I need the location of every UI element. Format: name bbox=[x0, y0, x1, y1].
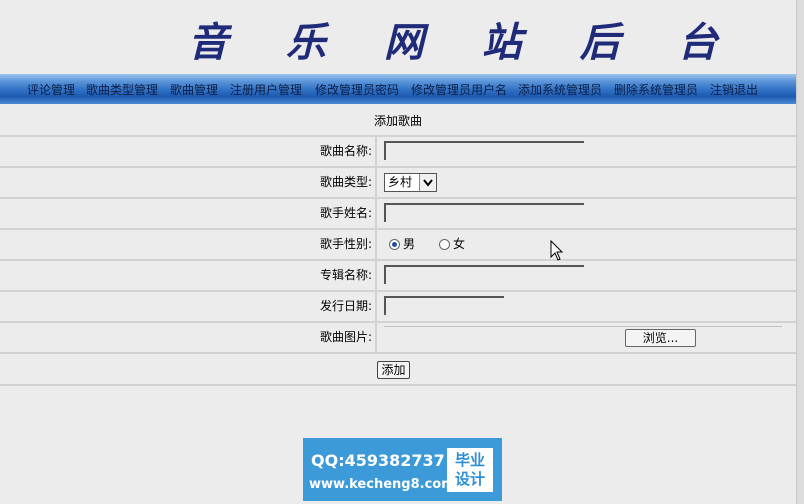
badge-site: www.kecheng8.com bbox=[309, 477, 455, 492]
album-name-input[interactable] bbox=[384, 265, 584, 284]
divider bbox=[375, 292, 377, 321]
file-input[interactable] bbox=[384, 326, 782, 327]
song-image-label: 歌曲图片: bbox=[319, 330, 372, 344]
badge-tag-line1: 毕业 bbox=[454, 451, 485, 469]
watermark-badge: QQ:459382737 www.kecheng8.com 毕业 设计 bbox=[303, 438, 502, 501]
nav-bar: 评论管理 歌曲类型管理 歌曲管理 注册用户管理 修改管理员密码 修改管理员用户名… bbox=[0, 74, 796, 104]
row-song-name: 歌曲名称: bbox=[0, 137, 796, 168]
badge-qq: QQ:459382737 bbox=[311, 451, 445, 470]
singer-gender-label: 歌手性别: bbox=[319, 237, 372, 251]
nav-item-delete-admin[interactable]: 删除系统管理员 bbox=[614, 81, 698, 98]
song-type-label: 歌曲类型: bbox=[319, 175, 372, 189]
divider bbox=[375, 199, 377, 228]
form-title: 添加歌曲 bbox=[373, 114, 422, 128]
add-button[interactable]: 添加 bbox=[377, 361, 410, 379]
song-name-input[interactable] bbox=[384, 141, 584, 160]
nav-item-users[interactable]: 注册用户管理 bbox=[230, 81, 302, 98]
nav-item-logout[interactable]: 注销退出 bbox=[710, 81, 758, 98]
release-date-input[interactable] bbox=[384, 296, 504, 315]
nav-item-songs[interactable]: 歌曲管理 bbox=[170, 81, 218, 98]
gender-female-label: 女 bbox=[453, 237, 466, 251]
row-singer-gender: 歌手性别: 男 女 bbox=[0, 230, 796, 261]
row-release-date: 发行日期: bbox=[0, 292, 796, 323]
chevron-down-icon[interactable] bbox=[419, 174, 436, 191]
gender-female-radio[interactable] bbox=[439, 239, 450, 250]
divider bbox=[375, 261, 377, 290]
singer-name-input[interactable] bbox=[384, 203, 584, 222]
row-song-image: 歌曲图片: 浏览... bbox=[0, 323, 796, 354]
row-singer-name: 歌手姓名: bbox=[0, 199, 796, 230]
browse-button[interactable]: 浏览... bbox=[625, 329, 696, 347]
song-type-select[interactable]: 乡村 bbox=[384, 173, 437, 192]
gender-male-label: 男 bbox=[403, 237, 416, 251]
gender-male-radio[interactable] bbox=[389, 239, 400, 250]
album-name-label: 专辑名称: bbox=[319, 268, 372, 282]
song-type-selected: 乡村 bbox=[388, 175, 413, 189]
divider bbox=[375, 168, 377, 197]
divider bbox=[0, 384, 796, 386]
row-song-type: 歌曲类型: 乡村 bbox=[0, 168, 796, 199]
divider bbox=[375, 230, 377, 259]
badge-tag-line2: 设计 bbox=[454, 470, 485, 488]
nav-item-add-admin[interactable]: 添加系统管理员 bbox=[518, 81, 602, 98]
nav-item-song-types[interactable]: 歌曲类型管理 bbox=[86, 81, 158, 98]
singer-name-label: 歌手姓名: bbox=[319, 206, 372, 220]
divider bbox=[375, 323, 377, 352]
song-name-label: 歌曲名称: bbox=[319, 144, 372, 158]
scrollbar[interactable] bbox=[796, 0, 804, 504]
badge-tag: 毕业 设计 bbox=[447, 448, 493, 492]
header: 音 乐 网 站 后 台 bbox=[0, 0, 796, 74]
divider bbox=[375, 137, 377, 166]
release-date-label: 发行日期: bbox=[319, 299, 372, 313]
nav-item-change-password[interactable]: 修改管理员密码 bbox=[315, 81, 399, 98]
row-album-name: 专辑名称: bbox=[0, 261, 796, 292]
nav-item-change-username[interactable]: 修改管理员用户名 bbox=[411, 81, 507, 98]
nav-item-comments[interactable]: 评论管理 bbox=[27, 81, 75, 98]
site-title: 音 乐 网 站 后 台 bbox=[188, 19, 740, 66]
